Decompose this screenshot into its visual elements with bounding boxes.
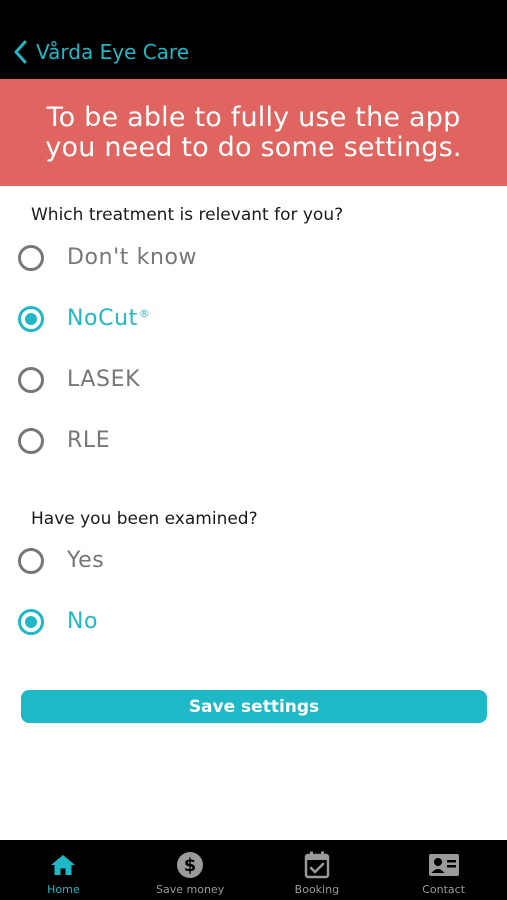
radio-unselected (18, 367, 44, 393)
banner-message: To be able to fully use the app you need… (45, 101, 462, 163)
treatment-option-rle[interactable]: RLE (18, 426, 110, 456)
svg-text:$: $ (184, 855, 197, 876)
radio-unselected (18, 548, 44, 574)
option-label-text: NoCut (67, 306, 138, 331)
chevron-left-icon (14, 40, 27, 64)
option-label: RLE (67, 428, 111, 453)
option-label: Yes (67, 548, 105, 573)
treatment-question: Which treatment is relevant for you? (31, 205, 344, 225)
option-label: LASEK (67, 367, 141, 392)
back-button[interactable]: Vårda Eye Care (14, 38, 189, 66)
radio-selected (18, 609, 44, 635)
treatment-option-dont-know[interactable]: Don't know (18, 243, 197, 273)
back-label: Vårda Eye Care (36, 40, 190, 64)
option-label: Don't know (67, 245, 198, 270)
tab-bar: Home $ Save money Booking Contact (0, 840, 507, 900)
contact-card-icon (428, 854, 459, 876)
option-label: No (67, 609, 99, 634)
registered-mark: ® (138, 306, 151, 320)
tab-label: Contact (422, 883, 466, 896)
calendar-check-icon (304, 851, 330, 879)
tab-contact[interactable]: Contact (380, 840, 507, 900)
option-label: NoCut® (67, 304, 150, 334)
treatment-option-lasek[interactable]: LASEK (18, 365, 140, 395)
tab-label: Booking (294, 883, 340, 896)
navigation-bar: Vårda Eye Care (0, 0, 507, 79)
dollar-icon: $ (177, 852, 204, 878)
save-settings-button[interactable]: Save settings (21, 690, 487, 723)
radio-unselected (18, 245, 44, 271)
tab-save-money[interactable]: $ Save money (127, 840, 254, 900)
tab-label: Save money (156, 883, 225, 896)
tab-home[interactable]: Home (0, 840, 127, 900)
settings-banner: To be able to fully use the app you need… (0, 79, 507, 186)
tab-booking[interactable]: Booking (254, 840, 381, 900)
radio-unselected (18, 428, 44, 454)
examined-question: Have you been examined? (31, 509, 258, 529)
home-icon (51, 855, 76, 875)
examined-option-no[interactable]: No (18, 607, 98, 637)
examined-option-yes[interactable]: Yes (18, 546, 104, 576)
tab-label: Home (47, 883, 80, 896)
radio-selected (18, 306, 44, 332)
treatment-option-nocut[interactable]: NoCut® (18, 304, 150, 334)
